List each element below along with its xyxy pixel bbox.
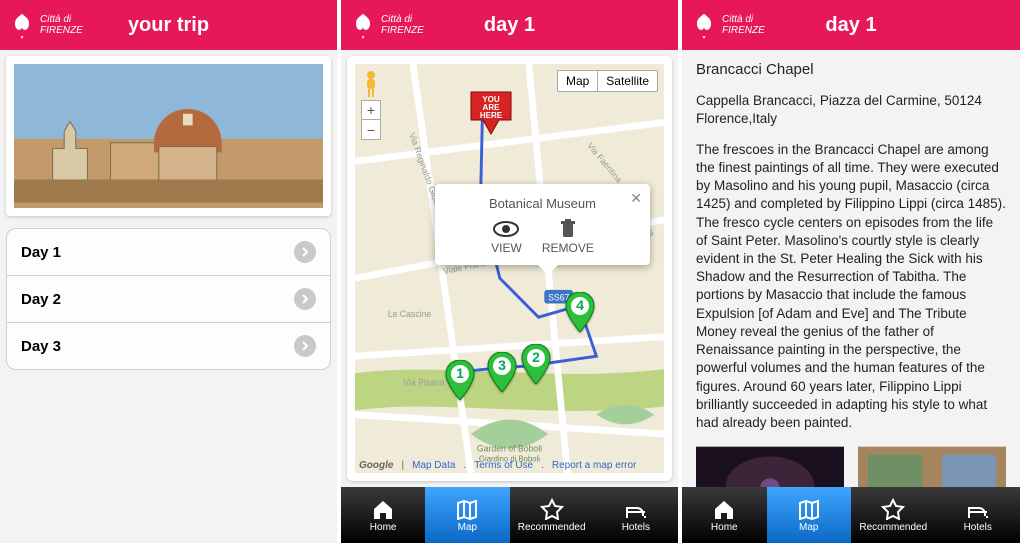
- tab-home[interactable]: Home: [682, 487, 767, 543]
- tab-label: Home: [711, 522, 738, 533]
- poi-name: Brancacci Chapel: [696, 60, 1006, 80]
- map-marker[interactable]: 4: [565, 292, 595, 332]
- poi-body: The frescoes in the Brancacci Chapel are…: [696, 141, 1006, 433]
- map-footer: Google | Map Data . Terms of Use . Repor…: [359, 460, 660, 471]
- tab-home[interactable]: Home: [341, 487, 425, 543]
- map[interactable]: SS67 Garden of Boboli Giardino di Boboli…: [347, 56, 672, 481]
- map-type-control: Map Satellite: [557, 70, 658, 92]
- map-footer-link[interactable]: Report a map error: [552, 460, 636, 471]
- screen-your-trip: Città diFIRENZE your trip Day 1 Day 2 Da…: [0, 0, 341, 543]
- close-icon[interactable]: ✕: [630, 190, 642, 207]
- zoom-in-button[interactable]: +: [361, 100, 381, 120]
- callout-view-label: VIEW: [491, 241, 522, 255]
- tab-label: Recommended: [859, 522, 927, 533]
- poi-detail[interactable]: Brancacci Chapel Cappella Brancacci, Pia…: [682, 50, 1020, 487]
- day-list-item[interactable]: Day 2: [6, 276, 331, 323]
- callout-remove-button[interactable]: REMOVE: [542, 219, 594, 255]
- tab-bed[interactable]: Hotels: [936, 487, 1021, 543]
- day-list-item[interactable]: Day 1: [6, 228, 331, 276]
- brand-logo: Città diFIRENZE: [349, 11, 424, 39]
- svg-text:Garden of Boboli: Garden of Boboli: [477, 444, 542, 454]
- day-list-item[interactable]: Day 3: [6, 323, 331, 370]
- map-marker[interactable]: 1: [445, 360, 475, 400]
- screen-poi-detail: Città diFIRENZE day 1 Brancacci Chapel C…: [682, 0, 1024, 543]
- brand-logo: Città diFIRENZE: [690, 11, 765, 39]
- tab-label: Recommended: [518, 522, 586, 533]
- tab-map[interactable]: Map: [425, 487, 509, 543]
- map-footer-link[interactable]: Terms of Use: [474, 460, 533, 471]
- chevron-right-icon: [294, 335, 316, 357]
- poi-thumbnail[interactable]: [696, 446, 844, 487]
- map-callout: ✕ Botanical Museum VIEW REMOVE: [435, 184, 650, 265]
- map-type-satellite[interactable]: Satellite: [598, 71, 657, 91]
- tab-label: Map: [458, 522, 477, 533]
- tab-star[interactable]: Recommended: [510, 487, 594, 543]
- map-marker[interactable]: 2: [521, 344, 551, 384]
- brand-logo: Città diFIRENZE: [8, 11, 83, 39]
- zoom-control: + −: [361, 100, 381, 140]
- header: Città diFIRENZE day 1: [682, 0, 1020, 50]
- poi-thumbnails: [696, 446, 1006, 487]
- tab-label: Hotels: [964, 522, 992, 533]
- day-label: Day 2: [21, 291, 61, 308]
- tab-map[interactable]: Map: [767, 487, 852, 543]
- callout-view-button[interactable]: VIEW: [491, 219, 522, 255]
- poi-address: Cappella Brancacci, Piazza del Carmine, …: [696, 92, 1006, 128]
- header: Città diFIRENZE your trip: [0, 0, 337, 50]
- svg-text:Le Cascine: Le Cascine: [388, 309, 432, 319]
- tab-bar: Home Map Recommended Hotels: [682, 487, 1020, 543]
- tab-label: Hotels: [622, 522, 650, 533]
- hero-image: [6, 56, 331, 216]
- map-type-map[interactable]: Map: [558, 71, 598, 91]
- tab-bed[interactable]: Hotels: [594, 487, 678, 543]
- map-provider: Google: [359, 460, 393, 471]
- map-footer-link[interactable]: Map Data: [412, 460, 455, 471]
- svg-text:Via Pisana: Via Pisana: [403, 377, 444, 387]
- tab-star[interactable]: Recommended: [851, 487, 936, 543]
- header: Città diFIRENZE day 1: [341, 0, 678, 50]
- svg-text:HERE: HERE: [480, 111, 503, 120]
- tab-bar: Home Map Recommended Hotels: [341, 487, 678, 543]
- pegman-icon[interactable]: [359, 70, 383, 98]
- callout-remove-label: REMOVE: [542, 241, 594, 255]
- you-are-here-marker: YOU ARE HERE: [467, 90, 515, 146]
- day-list: Day 1 Day 2 Day 3: [6, 228, 331, 370]
- day-label: Day 1: [21, 244, 61, 261]
- callout-title: Botanical Museum: [445, 196, 640, 211]
- poi-thumbnail[interactable]: [858, 446, 1006, 487]
- screen-day-map: Città diFIRENZE day 1 SS67 Ga: [341, 0, 682, 543]
- chevron-right-icon: [294, 288, 316, 310]
- zoom-out-button[interactable]: −: [361, 120, 381, 140]
- day-label: Day 3: [21, 338, 61, 355]
- tab-label: Map: [799, 522, 818, 533]
- map-marker[interactable]: 3: [487, 352, 517, 392]
- chevron-right-icon: [294, 241, 316, 263]
- tab-label: Home: [370, 522, 397, 533]
